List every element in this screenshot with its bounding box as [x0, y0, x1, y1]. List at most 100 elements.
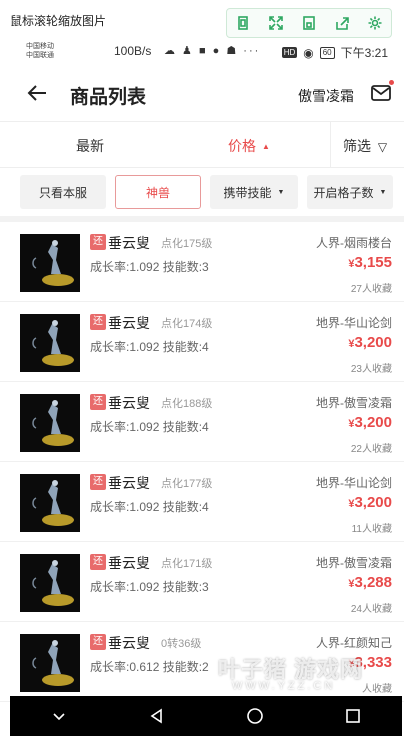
settings-icon[interactable]	[364, 12, 386, 34]
share-icon[interactable]	[331, 12, 353, 34]
sort-divider	[330, 122, 331, 168]
filter-label: 筛选	[343, 138, 371, 154]
system-nav-bar	[10, 696, 402, 736]
item-server: 地界-傲雪凌霜	[316, 396, 392, 410]
return-tag: 还	[90, 314, 106, 330]
chip-skills-label: 携带技能	[223, 185, 272, 200]
list-item[interactable]: 还 垂云叟 点化175级 成长率:1.092 技能数:3 人界-烟雨楼台 ¥3,…	[0, 222, 404, 302]
mail-icon[interactable]	[370, 80, 394, 104]
chip-beast[interactable]: 神兽	[115, 175, 201, 209]
item-name: 垂云叟	[108, 395, 150, 411]
item-name: 垂云叟	[108, 235, 150, 251]
server-selector[interactable]: 傲雪凌霜	[298, 86, 354, 106]
carrier-1: 中国移动	[26, 43, 54, 50]
item-level: 点化174级	[161, 318, 213, 330]
sort-newest[interactable]: 最新	[76, 136, 104, 156]
item-level: 点化171级	[161, 558, 213, 570]
item-name: 垂云叟	[108, 555, 150, 571]
item-level: 点化175级	[161, 238, 213, 250]
notification-dot	[389, 80, 394, 85]
item-server: 地界-傲雪凌霜	[316, 556, 392, 570]
item-stats: 成长率:1.092 技能数:3	[90, 260, 209, 274]
pet-thumbnail	[20, 234, 80, 292]
hd-icon: HD	[281, 47, 298, 58]
viewer-toolbar	[226, 8, 392, 38]
item-favorites: 11人收藏	[351, 524, 392, 535]
item-stats: 成长率:1.092 技能数:4	[90, 340, 209, 354]
chip-own-server[interactable]: 只看本服	[20, 175, 106, 209]
item-level: 点化177级	[161, 478, 213, 490]
fit-icon[interactable]	[232, 12, 254, 34]
back-arrow-icon[interactable]	[26, 82, 48, 104]
item-stats: 成长率:1.092 技能数:3	[90, 580, 209, 594]
price-value: 3,155	[354, 254, 392, 271]
item-server: 地界-华山论剑	[316, 476, 392, 490]
status-bar: 中国移动 中国联通 100B/s ☁ ♟ ■ ● ☗ ··· HD ◉ 60 下…	[0, 40, 404, 62]
carrier-info: 中国移动 中国联通	[26, 42, 54, 60]
fullscreen-icon[interactable]	[265, 12, 287, 34]
item-level: 0转36级	[161, 638, 202, 650]
pet-thumbnail	[20, 474, 80, 532]
item-price: ¥3,200	[348, 334, 392, 351]
item-level: 点化188级	[161, 398, 213, 410]
image-viewer-bar: 鼠标滚轮缩放图片	[0, 0, 404, 40]
return-tag: 还	[90, 394, 106, 410]
carrier-2: 中国联通	[26, 52, 54, 59]
filter-chips: 只看本服 神兽 携带技能 ▼ 开启格子数 ▼	[0, 172, 404, 214]
price-value: 3,200	[354, 494, 392, 511]
filter-button[interactable]: 筛选 ▽	[343, 136, 387, 156]
list-item[interactable]: 还 垂云叟 点化188级 成长率:1.092 技能数:4 地界-傲雪凌霜 ¥3,…	[0, 382, 404, 462]
price-value: 3,200	[354, 334, 392, 351]
chip-slots[interactable]: 开启格子数 ▼	[307, 175, 393, 209]
item-price: ¥3,200	[348, 494, 392, 511]
return-tag: 还	[90, 554, 106, 570]
chip-slots-label: 开启格子数	[313, 185, 374, 200]
back-triangle-icon[interactable]	[145, 704, 169, 728]
app-header: 商品列表 傲雪凌霜	[0, 66, 404, 122]
sort-price-label: 价格	[228, 138, 256, 154]
item-price: ¥3,288	[348, 574, 392, 591]
item-favorites: 22人收藏	[350, 444, 392, 455]
price-value: 3,200	[354, 414, 392, 431]
item-server: 人界-烟雨楼台	[316, 236, 392, 250]
item-name: 垂云叟	[108, 475, 150, 491]
item-server: 人界-红颜知己	[316, 636, 392, 650]
item-server: 地界-华山论剑	[316, 316, 392, 330]
status-right: HD ◉ 60 下午3:21	[281, 44, 388, 61]
price-value: 3,288	[354, 574, 392, 591]
return-tag: 还	[90, 634, 106, 650]
item-stats: 成长率:1.092 技能数:4	[90, 500, 209, 514]
sort-price[interactable]: 价格 ▲	[228, 136, 270, 156]
item-price: ¥3,155	[348, 254, 392, 271]
list-item[interactable]: 还 垂云叟 点化171级 成长率:1.092 技能数:3 地界-傲雪凌霜 ¥3,…	[0, 542, 404, 622]
eye-icon: ◉	[303, 45, 314, 60]
return-tag: 还	[90, 234, 106, 250]
sort-up-icon: ▲	[262, 142, 270, 151]
item-name: 垂云叟	[108, 315, 150, 331]
list-item[interactable]: 还 垂云叟 点化174级 成长率:1.092 技能数:4 地界-华山论剑 ¥3,…	[0, 302, 404, 382]
pet-thumbnail	[20, 554, 80, 612]
item-favorites: 24人收藏	[350, 604, 392, 615]
caret-down-icon: ▼	[379, 188, 387, 196]
hide-keyboard-icon[interactable]	[47, 704, 71, 728]
list-item[interactable]: 还 垂云叟 点化177级 成长率:1.092 技能数:4 地界-华山论剑 ¥3,…	[0, 462, 404, 542]
item-favorites: 23人收藏	[350, 364, 392, 375]
chip-skills[interactable]: 携带技能 ▼	[210, 175, 298, 209]
item-favorites: 27人收藏	[350, 284, 392, 295]
sort-bar: 最新 价格 ▲ 筛选 ▽	[0, 122, 404, 168]
item-favorites: 人收藏	[362, 684, 392, 695]
item-name: 垂云叟	[108, 635, 150, 651]
caret-down-icon: ▼	[277, 188, 285, 196]
watermark-url: WWW.YZZ.CN	[232, 680, 336, 692]
save-icon[interactable]	[298, 12, 320, 34]
item-stats: 成长率:1.092 技能数:4	[90, 420, 209, 434]
item-stats: 成长率:0.612 技能数:2	[90, 660, 209, 674]
recents-square-icon[interactable]	[341, 704, 365, 728]
viewer-title: 鼠标滚轮缩放图片	[10, 14, 107, 28]
network-speed: 100B/s	[114, 44, 152, 58]
filter-icon: ▽	[377, 140, 388, 154]
pet-thumbnail	[20, 314, 80, 372]
clock: 下午3:21	[340, 46, 388, 60]
pet-thumbnail	[20, 634, 80, 692]
home-circle-icon[interactable]	[243, 704, 267, 728]
